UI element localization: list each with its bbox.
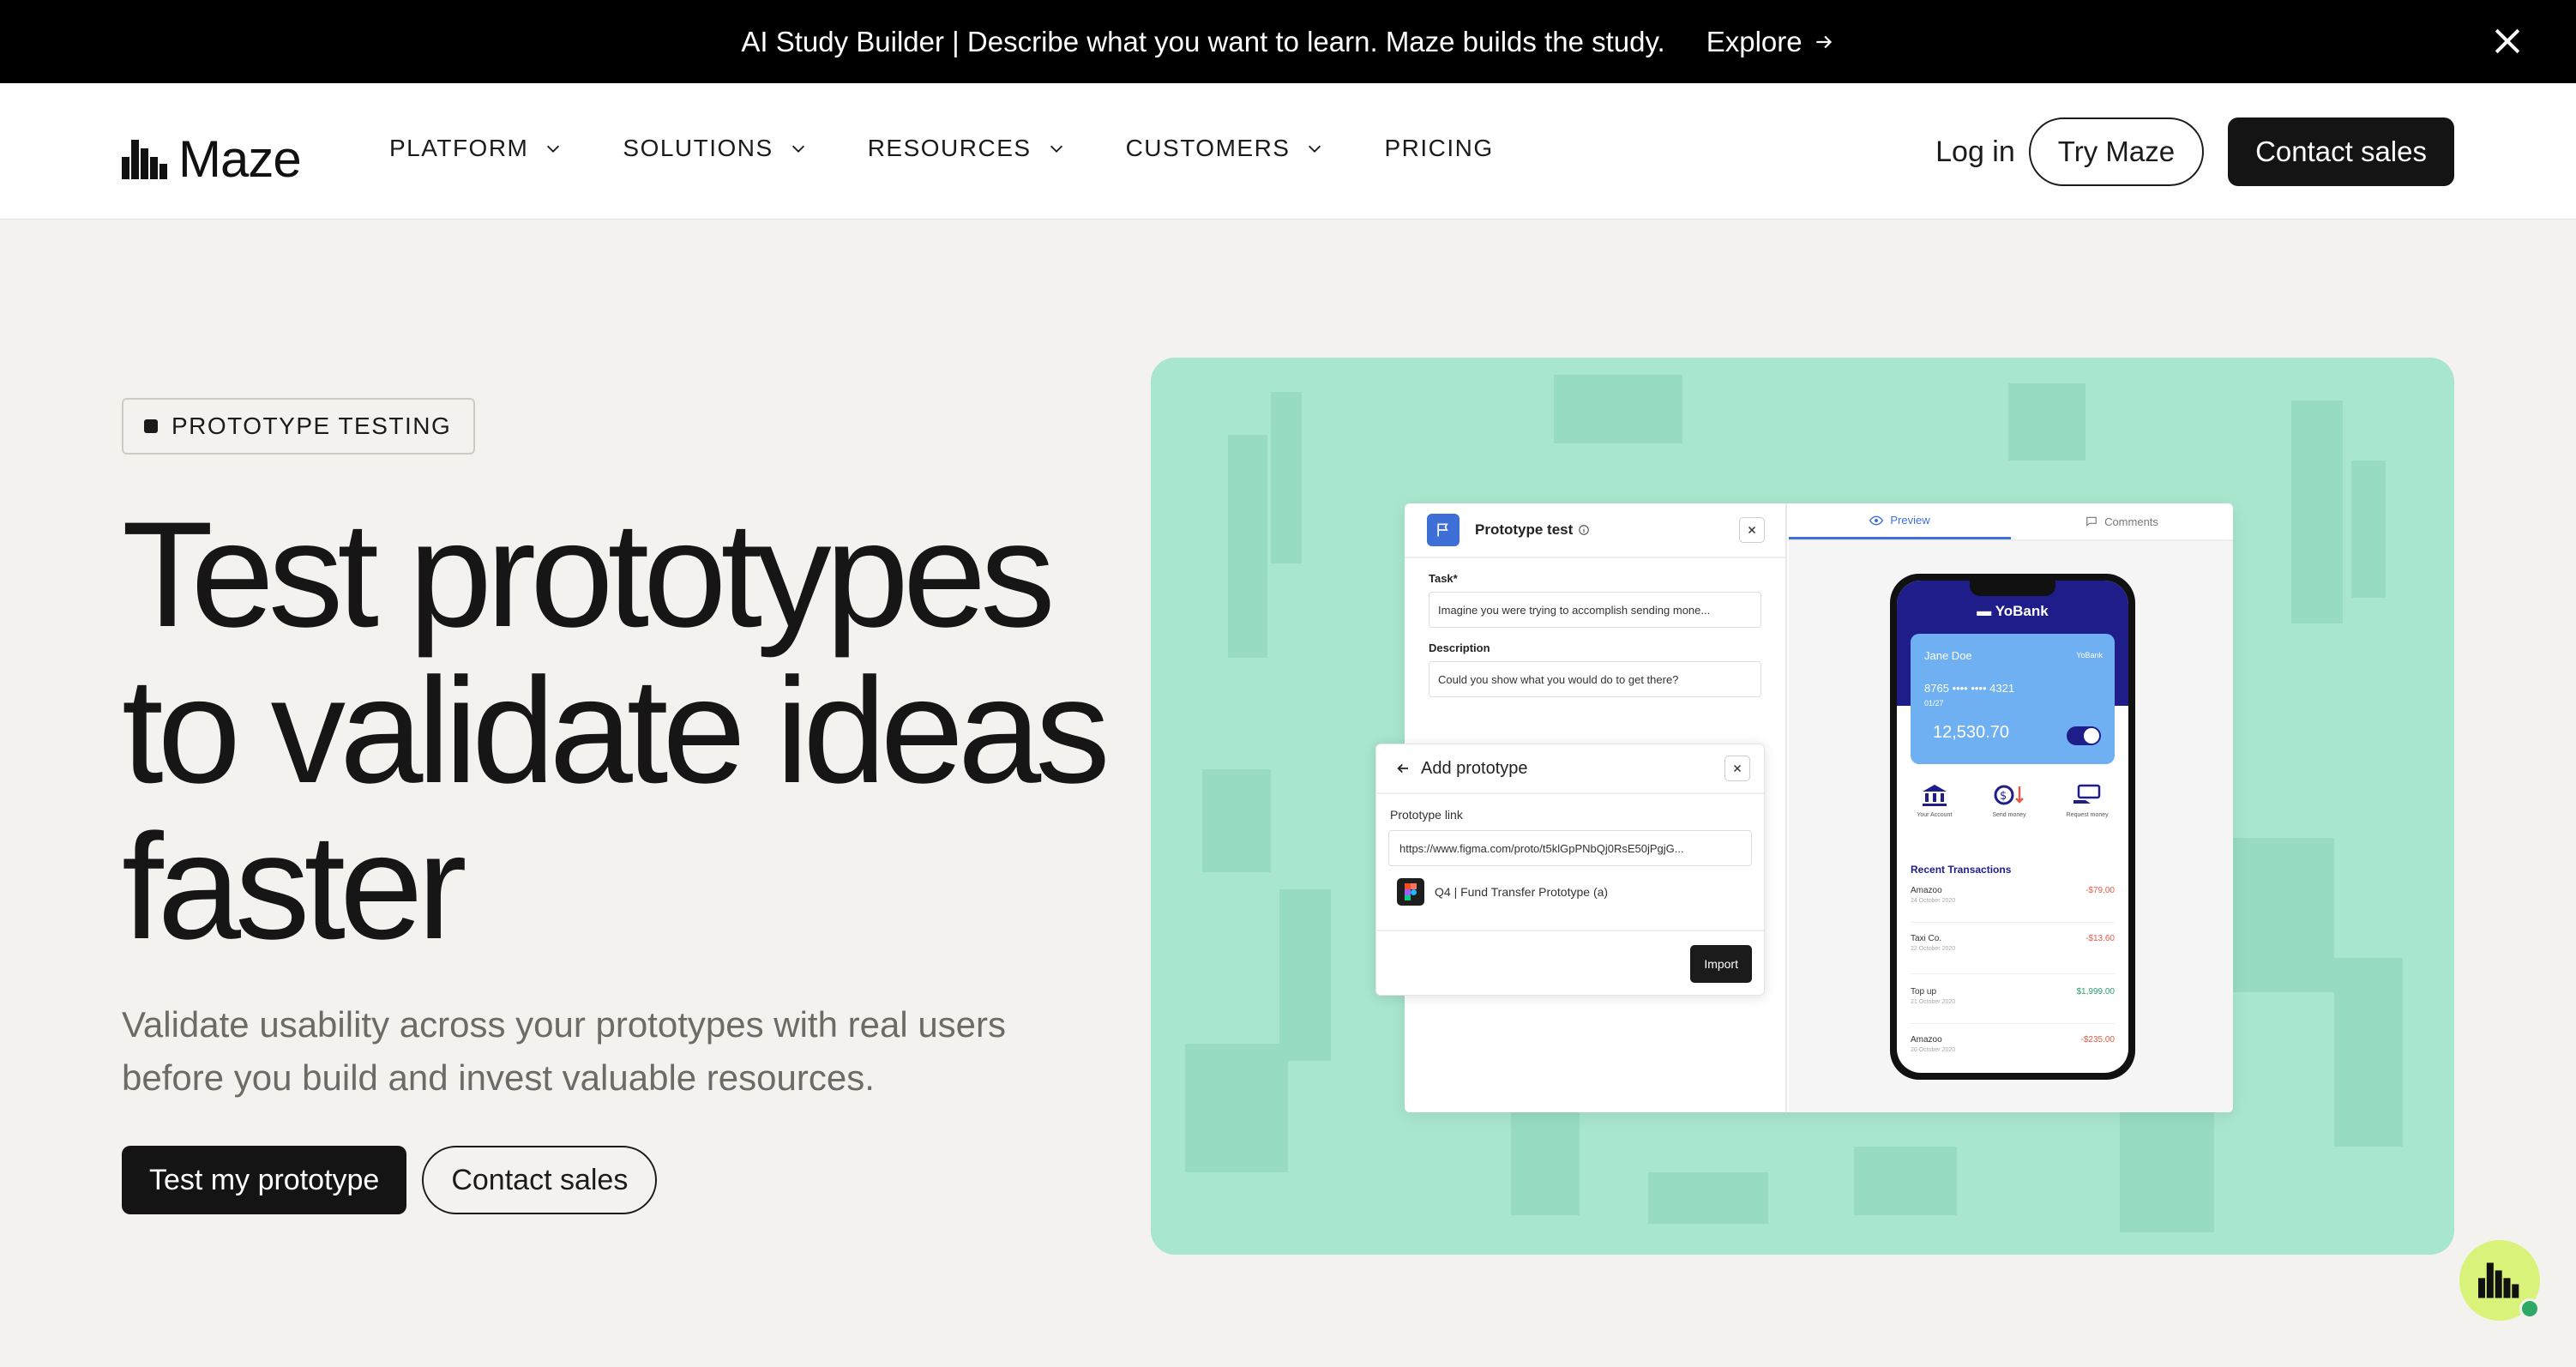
prototype-file-name: Q4 | Fund Transfer Prototype (a) [1435, 885, 1609, 899]
task-input[interactable]: Imagine you were trying to accomplish se… [1429, 592, 1761, 628]
send-money-action[interactable]: $ Send money [1992, 783, 2026, 818]
explore-link[interactable]: Explore [1706, 26, 1835, 58]
nav-item-resources[interactable]: RESOURCES [868, 135, 1066, 162]
task-label: Task* [1429, 572, 1458, 585]
nav-item-solutions[interactable]: SOLUTIONS [623, 135, 807, 162]
card-toggle[interactable] [2067, 726, 2101, 745]
announcement-bar: AI Study Builder | Describe what you wan… [0, 0, 2576, 83]
comment-icon [2086, 516, 2097, 527]
announcement-text: AI Study Builder | Describe what you wan… [741, 25, 1665, 57]
bank-building-icon [1922, 785, 1947, 806]
chevron-down-icon [1309, 145, 1321, 153]
hero-contact-sales-button[interactable]: Contact sales [422, 1146, 658, 1214]
category-tag: PROTOTYPE TESTING [122, 398, 476, 455]
card-number: 8765 •••• •••• 4321 [1924, 682, 2015, 695]
bank-actions: Your Account $ Send money Request money [1897, 783, 2128, 818]
chat-widget-button[interactable] [2459, 1240, 2540, 1321]
main-nav: Maze PLATFORM SOLUTIONS RESOURCES CUSTOM… [0, 83, 2576, 220]
request-money-action[interactable]: Request money [2067, 783, 2109, 818]
phone-notch [1970, 581, 2055, 596]
bank-name: ▬ YoBank [1977, 603, 2049, 619]
nav-item-pricing[interactable]: PRICING [1384, 135, 1493, 162]
try-maze-button[interactable]: Try Maze [2028, 117, 2205, 186]
transaction-row[interactable]: Taxi Co. 22 October 2020 -$13.60 [1911, 934, 2115, 952]
arrow-left-icon[interactable] [1395, 761, 1411, 776]
close-modal-button[interactable] [1724, 756, 1750, 781]
info-icon [1579, 525, 1590, 535]
preview-tabs: Preview Comments [1789, 503, 2233, 541]
flag-icon [1427, 514, 1460, 546]
logo-wordmark: Maze [178, 130, 302, 188]
nav-actions: Log in Try Maze Contact sales [1935, 117, 2454, 186]
your-account-action[interactable]: Your Account [1917, 783, 1952, 818]
prototype-link-input[interactable]: https://www.figma.com/proto/t5klGpPNbQj0… [1388, 830, 1752, 866]
close-block-button[interactable] [1739, 517, 1765, 543]
card-holder: Jane Doe [1924, 649, 1972, 662]
prototype-file-item[interactable]: Q4 | Fund Transfer Prototype (a) [1397, 878, 1764, 906]
nav-item-platform[interactable]: PLATFORM [389, 135, 563, 162]
close-icon[interactable] [2489, 22, 2526, 60]
nav-menu: PLATFORM SOLUTIONS RESOURCES CUSTOMERS P… [389, 135, 1554, 162]
tag-square-icon [144, 419, 158, 433]
login-link[interactable]: Log in [1935, 135, 2015, 169]
tab-comments[interactable]: Comments [2011, 503, 2233, 539]
figma-icon [1397, 878, 1424, 906]
transactions-title: Recent Transactions [1911, 864, 2012, 876]
hero-cta-group: Test my prototype Contact sales [122, 1146, 658, 1214]
import-button[interactable]: Import [1690, 945, 1752, 983]
modal-footer: Import [1376, 930, 1764, 997]
explore-label: Explore [1706, 25, 1803, 57]
transaction-row[interactable]: Amazoo 24 October 2020 -$79.00 [1911, 886, 2115, 904]
card-brand: YoBank [2076, 651, 2103, 659]
bank-card: Jane Doe YoBank 8765 •••• •••• 4321 01/2… [1911, 634, 2115, 764]
phone-screen: ▬ YoBank Jane Doe YoBank 8765 •••• •••• … [1897, 581, 2128, 1073]
card-expiry: 01/27 [1924, 699, 1944, 708]
close-icon [1733, 764, 1742, 773]
prototype-test-header: Prototype test [1405, 503, 1785, 558]
tag-label: PROTOTYPE TESTING [172, 413, 452, 439]
contact-sales-button[interactable]: Contact sales [2228, 117, 2454, 186]
divider [1911, 922, 2115, 923]
prototype-link-label: Prototype link [1390, 808, 1463, 822]
online-status-dot [2519, 1298, 2540, 1319]
preview-pane: Preview Comments ▬ YoBank Jane Doe YoBan… [1789, 503, 2233, 1112]
card-balance: 12,530.70 [1933, 723, 2009, 742]
hero-subtitle: Validate usability across your prototype… [122, 1004, 1007, 1098]
add-prototype-modal: Add prototype Prototype link https://www… [1375, 744, 1765, 996]
description-label: Description [1429, 641, 1490, 654]
maze-chat-icon [2478, 1262, 2519, 1298]
divider [1911, 1023, 2115, 1024]
tab-preview[interactable]: Preview [1789, 503, 2011, 539]
product-preview-panel: Prototype test Task* Imagine you were tr… [1151, 358, 2454, 1255]
nav-item-label: PLATFORM [389, 135, 529, 161]
description-input[interactable]: Could you show what you would do to get … [1429, 661, 1761, 697]
nav-item-label: PRICING [1384, 135, 1494, 161]
test-prototype-button[interactable]: Test my prototype [122, 1146, 407, 1214]
chevron-down-icon [547, 145, 560, 153]
nav-item-label: CUSTOMERS [1125, 135, 1291, 161]
nav-item-label: SOLUTIONS [623, 135, 773, 161]
transaction-row[interactable]: Top up 21 October 2020 $1,999.00 [1911, 987, 2115, 1005]
hero-title: Test prototypes to validate ideas faster [122, 491, 1110, 971]
close-icon [1748, 526, 1756, 534]
phone-mockup: ▬ YoBank Jane Doe YoBank 8765 •••• •••• … [1890, 574, 2135, 1080]
tab-preview-label: Preview [1890, 514, 1930, 527]
add-prototype-title: Add prototype [1421, 758, 1528, 778]
chevron-down-icon [1050, 145, 1062, 153]
nav-item-label: RESOURCES [867, 135, 1032, 161]
tab-comments-label: Comments [2104, 515, 2158, 528]
maze-logo[interactable]: Maze [122, 129, 302, 189]
add-prototype-header: Add prototype [1376, 744, 1764, 794]
send-money-icon: $ [1994, 785, 2024, 805]
maze-logo-icon [122, 139, 167, 179]
request-money-icon [2073, 784, 2101, 804]
prototype-test-title: Prototype test [1475, 521, 1574, 538]
svg-text:$: $ [2000, 790, 2007, 803]
divider [1911, 973, 2115, 974]
chevron-down-icon [791, 145, 804, 153]
arrow-right-icon [1815, 35, 1832, 48]
nav-item-customers[interactable]: CUSTOMERS [1126, 135, 1325, 162]
transaction-row[interactable]: Amazoo 20 October 2020 -$235.00 [1911, 1035, 2115, 1053]
eye-icon [1869, 515, 1884, 525]
